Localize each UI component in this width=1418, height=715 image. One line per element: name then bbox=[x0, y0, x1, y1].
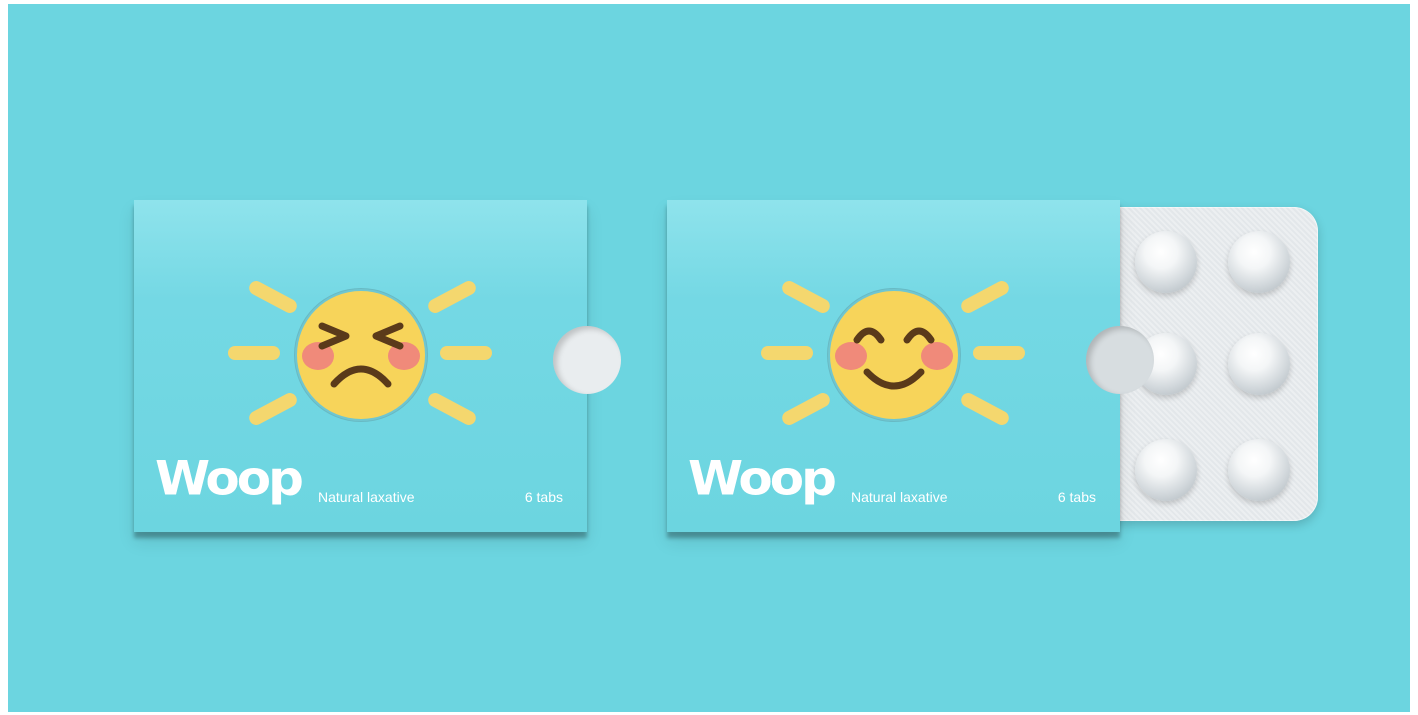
tab-count: 6 tabs bbox=[1057, 489, 1096, 505]
ray bbox=[440, 346, 492, 360]
left-pack-sleeve: Woop Natural laxative 6 tabs bbox=[134, 200, 621, 532]
ray bbox=[761, 346, 813, 360]
product-tagline: Natural laxative bbox=[851, 489, 948, 505]
pill bbox=[1135, 231, 1197, 293]
ray bbox=[973, 346, 1025, 360]
grimacing-face-icon bbox=[294, 288, 428, 422]
pill bbox=[1228, 333, 1290, 395]
ray bbox=[425, 278, 479, 316]
product-photo: Woop Natural laxative 6 tabs Woop Natura… bbox=[8, 4, 1410, 712]
product-tagline: Natural laxative bbox=[318, 489, 415, 505]
ray bbox=[958, 390, 1012, 428]
smiling-face-icon bbox=[827, 288, 961, 422]
pill bbox=[1228, 439, 1290, 501]
tab-count: 6 tabs bbox=[524, 489, 563, 505]
thumb-notch bbox=[553, 326, 621, 394]
ray bbox=[246, 278, 300, 316]
ray bbox=[958, 278, 1012, 316]
ray bbox=[228, 346, 280, 360]
thumb-notch bbox=[1086, 326, 1154, 394]
ray bbox=[246, 390, 300, 428]
ray bbox=[779, 278, 833, 316]
ray bbox=[779, 390, 833, 428]
brand-logo: Woop bbox=[688, 451, 837, 507]
ray bbox=[425, 390, 479, 428]
right-pack-sleeve: Woop Natural laxative 6 tabs bbox=[667, 200, 1154, 532]
pill bbox=[1135, 439, 1197, 501]
brand-logo: Woop bbox=[155, 451, 304, 507]
pill bbox=[1228, 231, 1290, 293]
